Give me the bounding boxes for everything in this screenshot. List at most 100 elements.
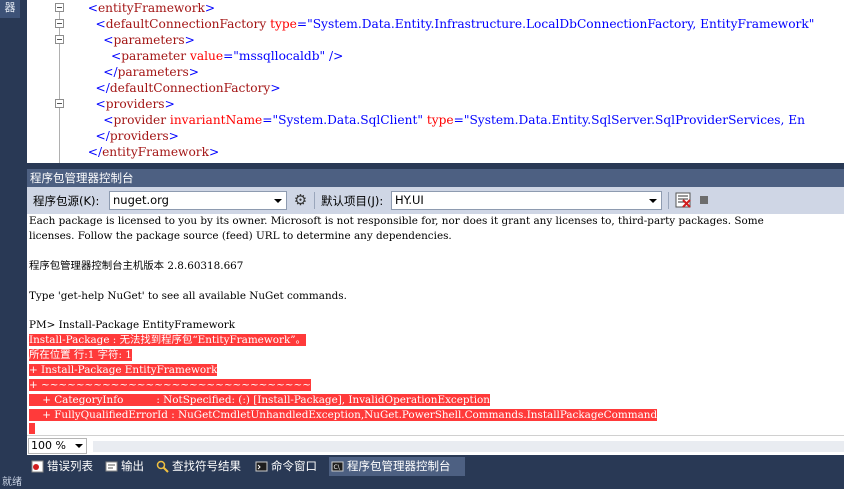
code-token: > [209, 145, 220, 159]
collapse-icon[interactable] [55, 35, 64, 44]
console-line-text: 程序包管理器控制台主机版本 2.8.60318.667 [29, 259, 244, 272]
tool-window-tabs: 错误列表 输出 查找符号结果 命令窗口 C\ 程序包管理器控制台 [27, 456, 844, 477]
error-list-icon [31, 460, 44, 473]
console-line-text: Type 'get-help NuGet' to see all availab… [29, 289, 347, 302]
zoom-value: 100 % [31, 439, 66, 452]
console-zoom-bar: 100 % [27, 435, 844, 455]
console-line-text: + CategoryInfo : NotSpecified: (:) [Inst… [29, 393, 490, 406]
code-token: > [168, 129, 179, 143]
code-token: type [422, 113, 454, 127]
editor-gutter [27, 0, 73, 163]
find-symbol-icon [156, 460, 169, 473]
code-line: <defaultConnectionFactory type="System.D… [80, 16, 815, 32]
package-console-icon: C\ [331, 460, 344, 473]
collapse-icon[interactable] [55, 99, 64, 108]
code-token: < [95, 17, 106, 31]
code-token: parameters [113, 33, 185, 47]
code-token: > [164, 97, 175, 111]
side-tab-server-explorer[interactable]: 器 [0, 0, 20, 18]
code-token: < [103, 33, 114, 47]
code-line: </defaultConnectionFactory> [80, 80, 281, 96]
code-line: <provider invariantName="System.Data.Sql… [80, 112, 805, 128]
console-error-line: + CategoryInfo : NotSpecified: (:) [Inst… [29, 393, 490, 408]
code-token: provider [113, 113, 167, 127]
console-error-line: 所在位置 行:1 字符: 1 [29, 348, 132, 363]
package-source-dropdown[interactable]: nuget.org [109, 191, 287, 210]
code-token: </ [95, 129, 110, 143]
tab-label: 命令窗口 [271, 459, 317, 473]
code-token: > [270, 81, 281, 95]
code-line: <providers> [80, 96, 175, 112]
code-token: < [111, 49, 122, 63]
code-token: =" [223, 49, 239, 63]
status-bar: 就绪 [0, 477, 844, 489]
chevron-down-icon [75, 444, 83, 448]
svg-text:C\: C\ [334, 464, 341, 471]
code-line: <parameters> [80, 32, 195, 48]
console-cursor [29, 423, 35, 434]
console-line: licenses. Follow the package source (fee… [29, 229, 452, 244]
code-token: defaultConnectionFactory [105, 17, 267, 31]
code-token: providers [109, 129, 169, 143]
horizontal-scrollbar[interactable] [93, 441, 844, 452]
code-token: System.Data.SqlClient [278, 113, 418, 127]
code-token: defaultConnectionFactory [109, 81, 271, 95]
tab-package-console[interactable]: C\ 程序包管理器控制台 [329, 457, 465, 476]
collapse-icon[interactable] [55, 19, 64, 28]
console-line-text: Install-Package : 无法找到程序包“EntityFramewor… [29, 334, 306, 347]
tab-command-window[interactable]: 命令窗口 [253, 457, 327, 476]
code-editor[interactable]: <entityFramework> <defaultConnectionFact… [27, 0, 844, 163]
clear-console-icon[interactable] [675, 192, 691, 208]
console-line-text: PM> Install-Package EntityFramework [29, 319, 236, 332]
code-token: " /> [319, 49, 344, 63]
chevron-down-icon [649, 199, 657, 203]
console-error-line: + ~~~~~~~~~~~~~~~~~~~~~~~~~~~~~~~ [29, 378, 311, 393]
collapse-icon[interactable] [55, 3, 64, 12]
code-line: <entityFramework> [80, 0, 215, 16]
pm-console-title: 程序包管理器控制台 [27, 169, 844, 187]
code-token: System.Data.Entity.SqlServer.SqlProvider… [469, 113, 806, 127]
code-token: </ [87, 145, 103, 159]
pm-console-output[interactable]: Each package is licensed to you by its o… [27, 214, 844, 435]
toolbar-divider [668, 192, 669, 209]
code-token: < [103, 113, 114, 127]
console-line-text: + Install-Package EntityFramework [29, 364, 218, 376]
code-token: > [184, 33, 195, 47]
code-token: mssqllocaldb [238, 49, 320, 63]
console-error-line: + FullyQualifiedErrorId : NuGetCmdletUnh… [29, 408, 658, 423]
code-token: entityFramework [102, 145, 210, 159]
default-project-label: 默认项目(J): [321, 194, 384, 208]
code-token: parameters [117, 65, 189, 79]
output-icon [105, 460, 118, 473]
console-line-text: + ~~~~~~~~~~~~~~~~~~~~~~~~~~~~~~~ [29, 378, 311, 391]
tab-label: 输出 [121, 459, 144, 473]
code-line: </providers> [80, 128, 179, 144]
code-line: </entityFramework> [80, 144, 220, 160]
code-token: > [188, 65, 199, 79]
code-token: System.Data.Entity.Infrastructure.LocalD… [312, 17, 809, 31]
tab-error-list[interactable]: 错误列表 [29, 457, 101, 476]
console-line: 程序包管理器控制台主机版本 2.8.60318.667 [29, 259, 243, 274]
code-token: =" [262, 113, 279, 127]
tab-label: 错误列表 [47, 459, 93, 473]
code-line: <parameter value="mssqllocaldb" /> [80, 48, 343, 64]
code-line: </parameters> [80, 64, 199, 80]
package-source-value: nuget.org [113, 193, 169, 207]
default-project-dropdown[interactable]: HY.UI [391, 191, 662, 210]
console-line: Each package is licensed to you by its o… [29, 214, 764, 229]
code-token: < [87, 1, 98, 15]
toolbar-divider [314, 192, 315, 209]
tab-label: 程序包管理器控制台 [347, 459, 451, 473]
tab-output[interactable]: 输出 [103, 457, 152, 476]
gear-icon[interactable]: ⚙ [292, 192, 309, 209]
code-token: invariantName [166, 113, 263, 127]
console-error-line: Install-Package : 无法找到程序包“EntityFramewor… [29, 333, 306, 348]
zoom-dropdown[interactable]: 100 % [28, 438, 87, 454]
console-line: PM> Install-Package EntityFramework [29, 318, 235, 333]
console-line-text: licenses. Follow the package source (fee… [29, 229, 452, 242]
code-token: < [95, 97, 106, 111]
stop-icon[interactable] [700, 196, 708, 204]
tab-find-symbol[interactable]: 查找符号结果 [154, 457, 251, 476]
package-source-label: 程序包源(K): [33, 194, 100, 208]
console-line-text: Each package is licensed to you by its o… [29, 215, 764, 227]
